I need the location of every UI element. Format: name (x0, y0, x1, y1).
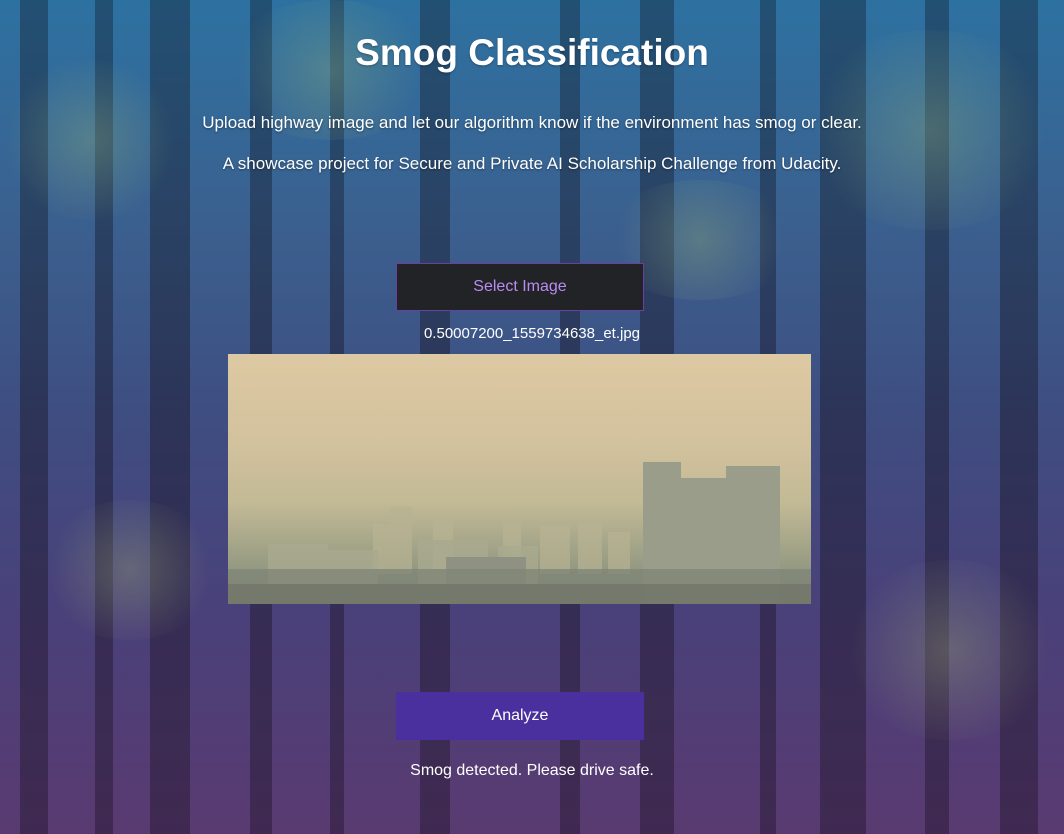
page-description: Upload highway image and let our algorit… (202, 113, 862, 132)
selected-filename: 0.50007200_1559734638_et.jpg (423, 325, 641, 342)
project-credit: A showcase project for Secure and Privat… (222, 154, 842, 173)
select-image-button[interactable]: Select Image (396, 263, 644, 311)
analysis-result: Smog detected. Please drive safe. (410, 762, 654, 779)
image-preview (228, 354, 811, 604)
smoggy-city-photo (228, 462, 811, 604)
analyze-button[interactable]: Analyze (396, 692, 644, 740)
page-title: Smog Classification (355, 32, 709, 73)
main-content: Smog Classification Upload highway image… (0, 0, 1064, 834)
